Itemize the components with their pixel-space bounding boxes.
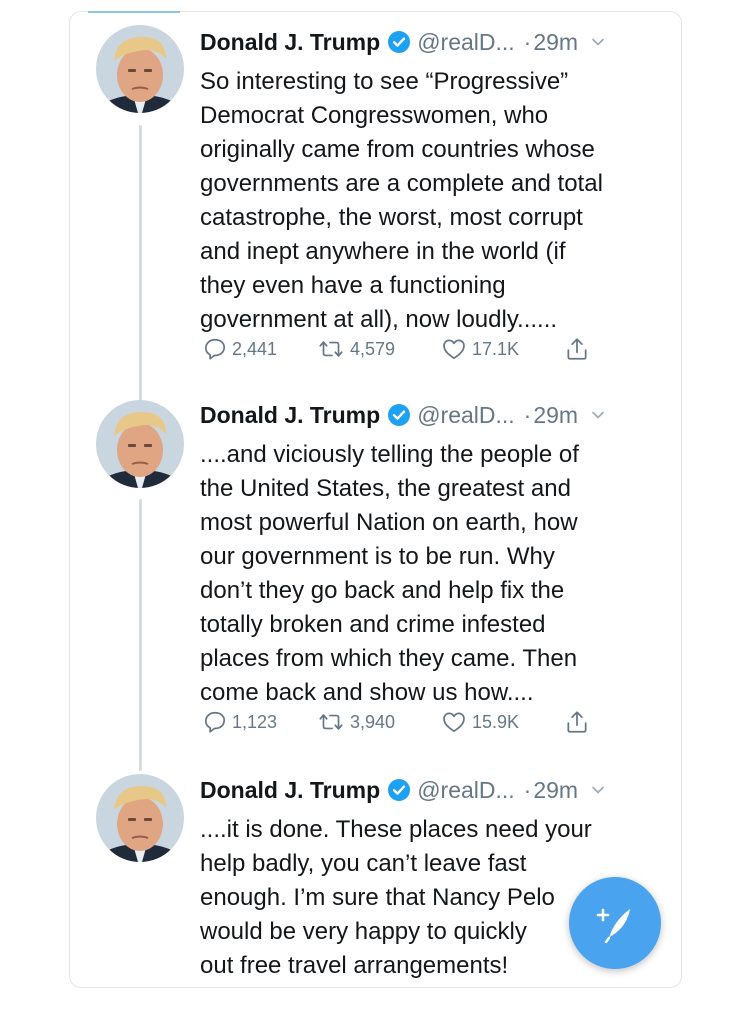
compose-tweet-button[interactable] (569, 877, 661, 969)
separator-dot: · (523, 776, 532, 803)
separator-dot: · (523, 401, 532, 428)
verified-badge-icon (388, 404, 411, 426)
timestamp[interactable]: 29m (533, 402, 578, 429)
compose-tweet-icon (596, 908, 630, 944)
author-name[interactable]: Donald J. Trump (200, 777, 380, 804)
retweet-icon (319, 341, 343, 357)
share-icon (567, 338, 587, 360)
share-button[interactable] (564, 334, 590, 364)
like-icon (443, 712, 465, 733)
like-count: 17.1K (472, 338, 520, 359)
chevron-down-icon[interactable] (590, 407, 606, 423)
tweet-text: So interesting to see “Progressive” Demo… (200, 68, 603, 333)
tweet-actions: 1,123 3,940 15.9K (200, 707, 670, 737)
author-name[interactable]: Donald J. Trump (200, 29, 380, 56)
share-icon (567, 711, 587, 733)
retweet-icon (319, 714, 343, 730)
reply-icon (204, 711, 226, 733)
tweet-header: Donald J. Trump @realD... · 29m (200, 25, 661, 59)
tweet[interactable]: Donald J. Trump @realD... · 29m So inter… (70, 25, 681, 375)
reply-count: 2,441 (232, 338, 278, 359)
separator-dot: · (523, 28, 532, 55)
author-handle[interactable]: @realD... (417, 402, 514, 429)
timestamp[interactable]: 29m (533, 777, 578, 804)
chevron-down-icon[interactable] (590, 782, 606, 798)
reply-icon (204, 338, 226, 360)
tweet[interactable]: Donald J. Trump @realD... · 29m ....and … (70, 398, 681, 748)
like-button[interactable]: 17.1K (440, 334, 519, 364)
avatar[interactable] (96, 25, 184, 113)
like-icon (443, 339, 465, 360)
verified-badge-icon (388, 31, 411, 53)
share-button[interactable] (564, 707, 590, 737)
author-handle[interactable]: @realD... (417, 29, 514, 56)
retweet-count: 4,579 (350, 338, 396, 359)
top-divider (88, 11, 180, 13)
thread-card: Donald J. Trump @realD... · 29m So inter… (69, 11, 682, 988)
reply-count: 1,123 (232, 711, 278, 732)
avatar[interactable] (96, 400, 184, 488)
tweet-header: Donald J. Trump @realD... · 29m (200, 773, 661, 807)
reply-button[interactable]: 2,441 (202, 334, 277, 364)
retweet-button[interactable]: 3,940 (316, 707, 395, 737)
author-handle[interactable]: @realD... (417, 777, 514, 804)
verified-badge-icon (388, 779, 411, 801)
tweet-header: Donald J. Trump @realD... · 29m (200, 398, 661, 432)
like-button[interactable]: 15.9K (440, 707, 519, 737)
avatar[interactable] (96, 774, 184, 862)
tweet-actions: 2,441 4,579 17.1K (200, 334, 670, 364)
chevron-down-icon[interactable] (590, 34, 606, 50)
timestamp[interactable]: 29m (533, 29, 578, 56)
author-name[interactable]: Donald J. Trump (200, 402, 380, 429)
like-count: 15.9K (472, 711, 520, 732)
retweet-button[interactable]: 4,579 (316, 334, 395, 364)
tweet-text: ....and viciously telling the people of … (200, 441, 579, 706)
reply-button[interactable]: 1,123 (202, 707, 277, 737)
retweet-count: 3,940 (350, 711, 396, 732)
